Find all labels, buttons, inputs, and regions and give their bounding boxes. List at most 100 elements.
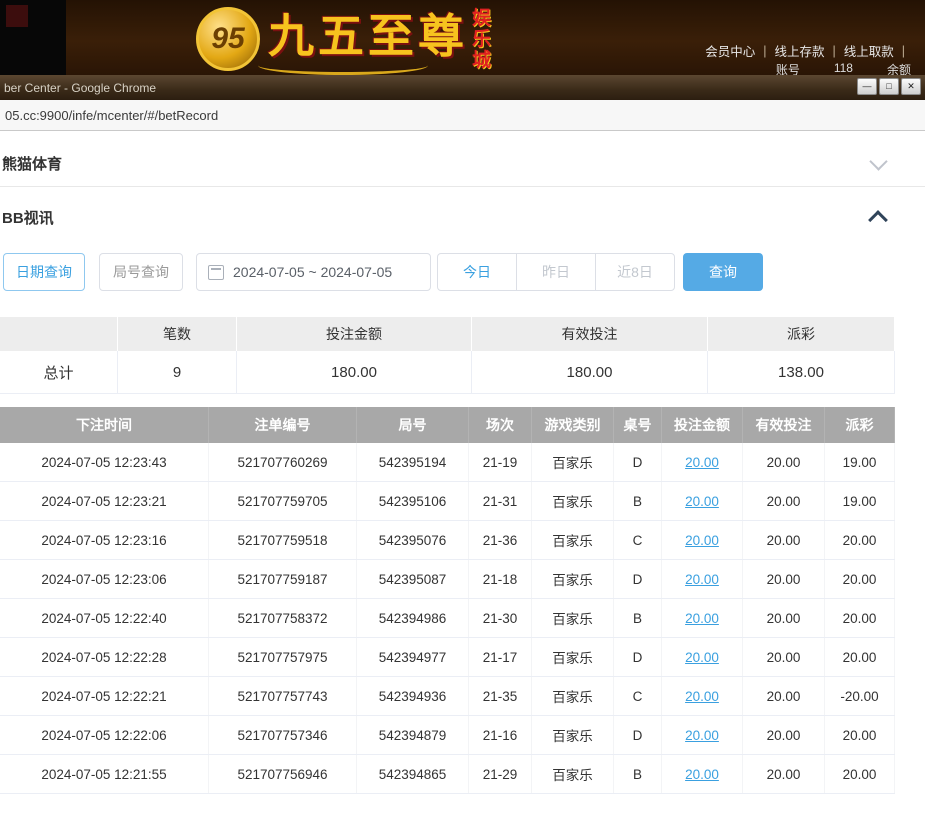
banner-corner-block xyxy=(0,0,66,75)
cell-valid-bet: 20.00 xyxy=(743,482,825,520)
section-title: 熊猫体育 xyxy=(2,153,62,174)
table-row: 2024-07-05 12:22:40 521707758372 5423949… xyxy=(0,599,895,638)
cell-session: 21-36 xyxy=(469,521,532,559)
table-row: 2024-07-05 12:22:06 521707757346 5423948… xyxy=(0,716,895,755)
cell-session: 21-19 xyxy=(469,443,532,481)
cell-round-id: 542395194 xyxy=(357,443,469,481)
today-button[interactable]: 今日 xyxy=(437,253,517,291)
summary-total-row: 总计 9 180.00 180.00 138.00 xyxy=(0,351,895,394)
chevron-down-icon xyxy=(869,152,887,170)
bet-amount-link[interactable]: 20.00 xyxy=(685,650,719,665)
table-row: 2024-07-05 12:23:16 521707759518 5423950… xyxy=(0,521,895,560)
yesterday-button[interactable]: 昨日 xyxy=(516,253,596,291)
cell-payout: 20.00 xyxy=(825,599,895,637)
header-bet-time: 下注时间 xyxy=(0,407,209,443)
cell-valid-bet: 20.00 xyxy=(743,599,825,637)
cell-bet-id: 521707757346 xyxy=(209,716,357,754)
cell-bet-amount: 20.00 xyxy=(662,755,743,793)
cell-round-id: 542395087 xyxy=(357,560,469,598)
cell-bet-time: 2024-07-05 12:21:55 xyxy=(0,755,209,793)
header-valid-bet: 有效投注 xyxy=(743,407,825,443)
cell-session: 21-30 xyxy=(469,599,532,637)
maximize-button[interactable]: □ xyxy=(879,78,899,95)
cell-session: 21-18 xyxy=(469,560,532,598)
cell-game-type: 百家乐 xyxy=(532,755,614,793)
nav-separator: | xyxy=(902,44,905,58)
cell-bet-time: 2024-07-05 12:23:16 xyxy=(0,521,209,559)
bet-amount-link[interactable]: 20.00 xyxy=(685,611,719,626)
table-row: 2024-07-05 12:23:21 521707759705 5423951… xyxy=(0,482,895,521)
close-button[interactable]: ✕ xyxy=(901,78,921,95)
banner-nav: 会员中心 | 线上存款 | 线上取款 | xyxy=(705,41,913,60)
bet-amount-link[interactable]: 20.00 xyxy=(685,767,719,782)
window-titlebar[interactable]: ber Center - Google Chrome — □ ✕ xyxy=(0,75,925,100)
cell-bet-id: 521707757743 xyxy=(209,677,357,715)
cell-payout: 20.00 xyxy=(825,521,895,559)
cell-game-type: 百家乐 xyxy=(532,677,614,715)
last-8-days-button[interactable]: 近8日 xyxy=(595,253,675,291)
cell-payout: 20.00 xyxy=(825,755,895,793)
cell-game-type: 百家乐 xyxy=(532,716,614,754)
table-row: 2024-07-05 12:22:21 521707757743 5423949… xyxy=(0,677,895,716)
header-payout: 派彩 xyxy=(825,407,895,443)
bet-record-table: 下注时间 注单编号 局号 场次 游戏类别 桌号 投注金额 有效投注 派彩 202… xyxy=(0,407,895,794)
bet-amount-link[interactable]: 20.00 xyxy=(685,494,719,509)
summary-total-label: 总计 xyxy=(0,351,118,393)
address-bar[interactable]: 05.cc:9900/infe/mcenter/#/betRecord xyxy=(0,100,925,131)
cell-valid-bet: 20.00 xyxy=(743,677,825,715)
minimize-button[interactable]: — xyxy=(857,78,877,95)
date-range-picker[interactable]: 2024-07-05 ~ 2024-07-05 xyxy=(196,253,431,291)
cell-bet-id: 521707756946 xyxy=(209,755,357,793)
header-session: 场次 xyxy=(469,407,532,443)
cell-bet-amount: 20.00 xyxy=(662,521,743,559)
header-bet-amount: 投注金额 xyxy=(662,407,743,443)
nav-link-member-center[interactable]: 会员中心 xyxy=(705,41,755,60)
cell-table-no: B xyxy=(614,482,662,520)
cell-table-no: D xyxy=(614,443,662,481)
cell-session: 21-31 xyxy=(469,482,532,520)
section-bb-video[interactable]: BB视讯 xyxy=(0,187,925,247)
bet-amount-link[interactable]: 20.00 xyxy=(685,572,719,587)
summary-header-bet-amount: 投注金额 xyxy=(237,317,472,351)
cell-bet-id: 521707758372 xyxy=(209,599,357,637)
bet-amount-link[interactable]: 20.00 xyxy=(685,533,719,548)
cell-valid-bet: 20.00 xyxy=(743,443,825,481)
search-button[interactable]: 查询 xyxy=(683,253,763,291)
summary-header-count: 笔数 xyxy=(118,317,237,351)
logo-subtext: 娱 乐 城 xyxy=(472,8,491,71)
cell-game-type: 百家乐 xyxy=(532,443,614,481)
banner-corner-red-block xyxy=(6,5,28,27)
logo-flourish xyxy=(258,56,428,75)
section-panda-sports[interactable]: 熊猫体育 xyxy=(0,140,925,187)
cell-round-id: 542394986 xyxy=(357,599,469,637)
bet-amount-link[interactable]: 20.00 xyxy=(685,689,719,704)
cell-bet-amount: 20.00 xyxy=(662,716,743,754)
bet-amount-link[interactable]: 20.00 xyxy=(685,728,719,743)
window-title: ber Center - Google Chrome xyxy=(4,81,156,95)
site-banner: 95 九五至尊 娱 乐 城 会员中心 | 线上存款 | 线上取款 | 账号 11… xyxy=(0,0,925,75)
page-content: 熊猫体育 BB视讯 日期查询 局号查询 2024-07-05 ~ 2024-07… xyxy=(0,131,925,819)
cell-bet-id: 521707759705 xyxy=(209,482,357,520)
nav-link-withdraw[interactable]: 线上取款 xyxy=(844,41,894,60)
summary-header-valid-bet: 有效投注 xyxy=(472,317,708,351)
round-query-tab[interactable]: 局号查询 xyxy=(99,253,183,291)
cell-table-no: D xyxy=(614,638,662,676)
cell-session: 21-29 xyxy=(469,755,532,793)
cell-bet-time: 2024-07-05 12:22:28 xyxy=(0,638,209,676)
cell-table-no: D xyxy=(614,716,662,754)
table-row: 2024-07-05 12:21:55 521707756946 5423948… xyxy=(0,755,895,794)
summary-header-payout: 派彩 xyxy=(708,317,895,351)
cell-bet-id: 521707759187 xyxy=(209,560,357,598)
bet-amount-link[interactable]: 20.00 xyxy=(685,455,719,470)
cell-session: 21-16 xyxy=(469,716,532,754)
cell-table-no: B xyxy=(614,755,662,793)
cell-bet-time: 2024-07-05 12:22:06 xyxy=(0,716,209,754)
cell-session: 21-17 xyxy=(469,638,532,676)
cell-round-id: 542394936 xyxy=(357,677,469,715)
nav-link-deposit[interactable]: 线上存款 xyxy=(774,41,824,60)
date-query-tab[interactable]: 日期查询 xyxy=(3,253,85,291)
cell-valid-bet: 20.00 xyxy=(743,716,825,754)
cell-table-no: B xyxy=(614,599,662,637)
cell-round-id: 542394977 xyxy=(357,638,469,676)
cell-bet-time: 2024-07-05 12:23:43 xyxy=(0,443,209,481)
